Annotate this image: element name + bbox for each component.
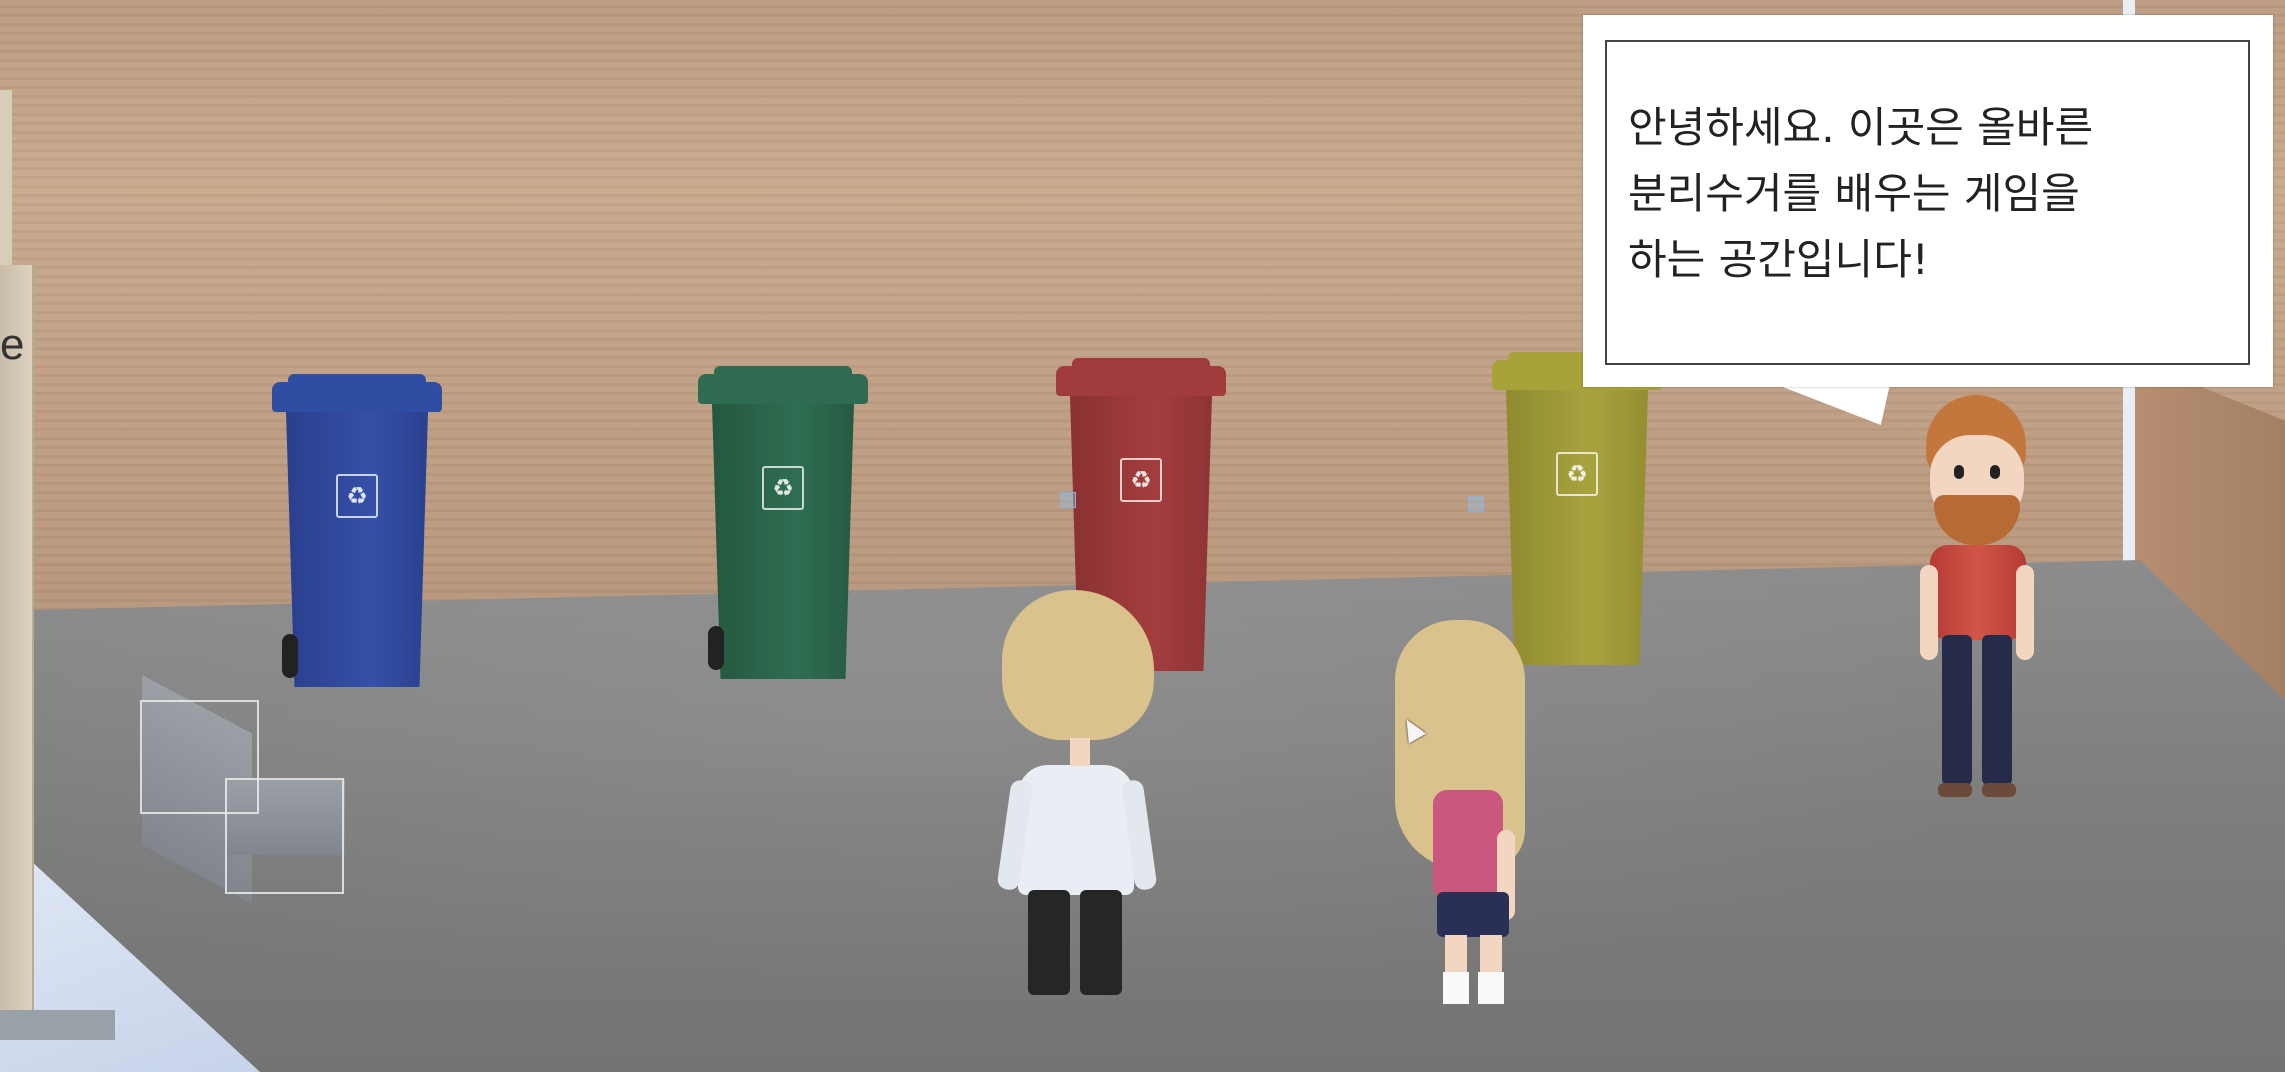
character-leg [1480,935,1502,975]
character-shirt [1433,790,1503,900]
left-panel-top [0,90,12,270]
npc-plaid-shirt [1930,545,2026,640]
character-sock [1478,972,1504,1004]
npc-beard [1934,495,2020,545]
left-sign-panel [0,265,34,1030]
character-leg [1080,890,1122,995]
character-neck [1070,738,1090,766]
bin-lid [1056,366,1226,396]
left-panel-base [0,1010,115,1040]
bin-body [286,412,428,687]
game-scene[interactable]: e ♻ ♻ ♻ ♻ T T 안녕하세요. 이곳은 올바른 분리수거를 배우는 게… [0,0,2285,1072]
bin-wheel [708,626,724,670]
npc-arm [1920,565,1938,660]
bin-lid [698,374,868,404]
character-hair [1002,590,1154,740]
npc-leg [1982,635,2012,785]
player-girl-character[interactable] [1385,620,1535,1005]
character-leg [1445,935,1467,975]
npc-leg [1942,635,1972,785]
left-panel-text: e [0,320,25,369]
npc-shoe [1982,783,2016,797]
bin-lid [272,382,442,412]
npc-guide-character[interactable] [1912,395,2042,805]
bin-wheel [282,634,298,678]
trash-symbol-icon: ♻ [336,474,378,518]
npc-eye [1990,465,2000,479]
dialogue-text: 안녕하세요. 이곳은 올바른 분리수거를 배우는 게임을 하는 공간입니다! [1628,103,2094,284]
selection-box [225,778,344,894]
green-recycling-bin[interactable]: ♻ [698,366,868,684]
character-shirt [1018,765,1134,895]
bin-body [712,404,854,679]
character-leg [1028,890,1070,995]
speech-bubble[interactable]: 안녕하세요. 이곳은 올바른 분리수거를 배우는 게임을 하는 공간입니다! [1583,15,2273,387]
object-gizmo-icon[interactable]: T [1060,492,1076,508]
trash-symbol-icon: ♻ [1120,458,1162,502]
character-shorts [1437,892,1509,937]
npc-eye [1954,465,1964,479]
blue-recycling-bin[interactable]: ♻ [272,374,442,692]
npc-shoe [1938,783,1972,797]
player-boy-character[interactable] [996,590,1158,1000]
trash-symbol-icon: ♻ [1556,452,1598,496]
trash-symbol-icon: ♻ [762,466,804,510]
character-sock [1443,972,1469,1004]
object-gizmo-icon[interactable]: T [1468,496,1484,512]
npc-arm [2016,565,2034,660]
